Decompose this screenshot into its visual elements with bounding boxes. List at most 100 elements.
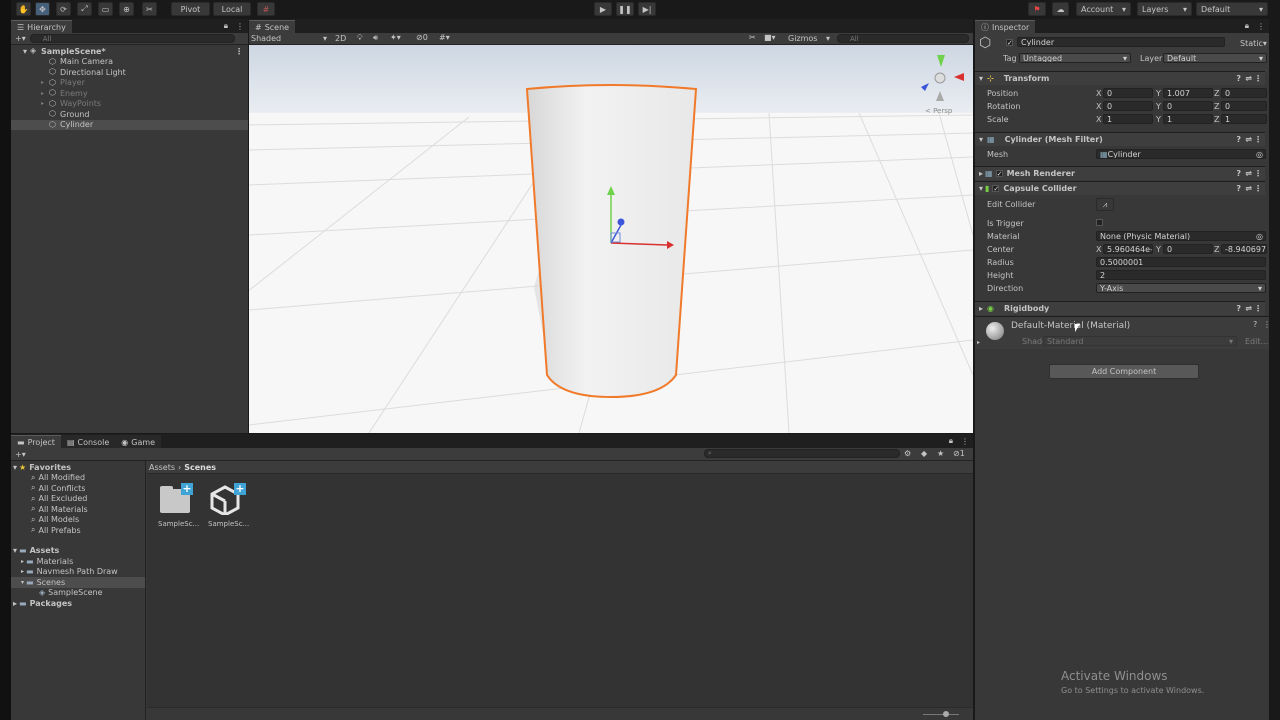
favorite-item[interactable]: ⌕ All Excluded	[11, 494, 145, 505]
favorite-item[interactable]: ⌕ All Prefabs	[11, 525, 145, 536]
preset-icon[interactable]: ⇌	[1245, 304, 1252, 313]
expand-arrow-icon[interactable]: ▸	[21, 568, 24, 575]
static-toggle[interactable]: Static▾	[1240, 39, 1267, 48]
favorite-item[interactable]: ⌕ All Models	[11, 515, 145, 526]
tab-scene[interactable]: # Scene	[249, 20, 296, 33]
expand-arrow-icon[interactable]: ▸	[41, 90, 44, 97]
transform-y-field[interactable]: 1.007	[1163, 88, 1213, 98]
tag-dropdown[interactable]: Untagged ▾	[1019, 53, 1131, 63]
capsule-collider-checkbox[interactable]: ✓	[992, 185, 1000, 193]
edit-collider-button[interactable]: ⩘	[1096, 198, 1114, 211]
collider-material-field[interactable]: None (Physic Material) ◎	[1096, 231, 1266, 241]
hierarchy-item[interactable]: ⬡ Ground	[33, 109, 248, 120]
expand-arrow-icon[interactable]: ▾	[13, 546, 17, 555]
camera-icon[interactable]: ■▾	[764, 33, 776, 42]
center-y-field[interactable]: 0	[1163, 244, 1213, 254]
expand-arrow-icon[interactable]: ▸	[21, 558, 24, 565]
filter-type-icon[interactable]: ⚙	[904, 449, 911, 458]
transform-y-field[interactable]: 1	[1163, 114, 1213, 124]
tab-game[interactable]: ◉ Game	[115, 435, 162, 448]
hand-tool-icon[interactable]: ✋	[16, 2, 31, 16]
help-icon[interactable]: ?	[1236, 135, 1241, 144]
capsule-collider-header[interactable]: ▾ ▮ ✓ Capsule Collider ? ⇌ ⋮	[975, 181, 1265, 195]
asset-item-folder[interactable]: + SampleSc...	[158, 483, 199, 533]
rigidbody-header[interactable]: ▸ ◉ Rigidbody ? ⇌ ⋮	[975, 301, 1265, 315]
cloud-icon[interactable]: ☁	[1052, 2, 1069, 16]
hierarchy-item[interactable]: ▸ ⬡ Enemy	[33, 88, 248, 99]
hierarchy-item[interactable]: ▸ ⬡ WayPoints	[33, 99, 248, 110]
project-search-input[interactable]: ⌕	[704, 449, 900, 458]
shader-edit-button[interactable]: Edit...	[1245, 337, 1268, 346]
help-icon[interactable]: ?	[1236, 304, 1241, 313]
help-icon[interactable]: ?	[1236, 184, 1241, 193]
transform-y-field[interactable]: 0	[1163, 101, 1213, 111]
mesh-renderer-checkbox[interactable]: ✓	[995, 170, 1003, 178]
radius-field[interactable]: 0.5000001	[1096, 257, 1266, 267]
slider-thumb[interactable]	[943, 711, 949, 717]
asset-item-scene[interactable]: + SampleSc...	[208, 483, 249, 533]
breadcrumb-assets[interactable]: Assets	[149, 463, 175, 472]
transform-z-field[interactable]: 0	[1221, 88, 1267, 98]
object-picker-icon[interactable]: ◎	[1256, 232, 1263, 240]
active-checkbox[interactable]: ✓	[1006, 39, 1013, 47]
kebab-icon[interactable]: ⋮	[1253, 22, 1269, 33]
hierarchy-item[interactable]: ⬡ Cylinder	[11, 119, 248, 130]
account-dropdown[interactable]: Account ▾	[1076, 2, 1131, 16]
scene-asset-row[interactable]: ◈ SampleScene	[11, 588, 145, 599]
asset-folder-item[interactable]: ▸ ▬ Navmesh Path Draw	[11, 567, 145, 578]
is-trigger-checkbox[interactable]	[1096, 219, 1103, 226]
preset-icon[interactable]: ⇌	[1245, 184, 1252, 193]
transform-x-field[interactable]: 0	[1103, 88, 1153, 98]
lock-icon[interactable]: 🔒︎	[945, 436, 957, 448]
add-icon[interactable]: +▾	[15, 34, 26, 43]
transform-x-field[interactable]: 1	[1103, 114, 1153, 124]
transform-tool-icon[interactable]: ⊕	[119, 2, 134, 16]
shader-dropdown[interactable]: Standard ▾	[1043, 336, 1237, 346]
preset-icon[interactable]: ⇌	[1245, 74, 1252, 83]
scene-viewport[interactable]: < Persp	[249, 45, 973, 433]
lock-icon[interactable]: 🔒︎	[220, 21, 232, 33]
custom-tool-icon[interactable]: ✂	[142, 2, 157, 16]
favorite-item[interactable]: ⌕ All Modified	[11, 473, 145, 484]
hierarchy-item[interactable]: ▸ ⬡ Player	[33, 78, 248, 89]
expand-arrow-icon[interactable]: ▸	[13, 599, 17, 608]
expand-arrow-icon[interactable]: ▾	[979, 135, 983, 144]
expand-arrow-icon[interactable]: ▸	[41, 100, 44, 107]
tab-project[interactable]: ▬ Project	[11, 435, 61, 448]
pause-button[interactable]: ❚❚	[616, 2, 634, 16]
help-icon[interactable]: ?	[1236, 74, 1241, 83]
rotate-tool-icon[interactable]: ⟳	[56, 2, 71, 16]
mesh-field[interactable]: ▦Cylinder ◎	[1096, 149, 1266, 159]
center-z-field[interactable]: -8.940697e	[1221, 244, 1267, 254]
scene-row[interactable]: ▾ ◈ SampleScene* ⋮	[23, 46, 248, 57]
direction-dropdown[interactable]: Y-Axis ▾	[1096, 283, 1266, 293]
lighting-icon[interactable]: 💡︎	[357, 33, 363, 43]
gizmos-dropdown[interactable]: Gizmos ▾	[788, 34, 830, 43]
persp-label[interactable]: < Persp	[925, 107, 953, 115]
move-tool-icon[interactable]: ✥	[35, 2, 50, 16]
scale-tool-icon[interactable]: ⤢	[77, 2, 92, 16]
scene-search-input[interactable]: All	[837, 34, 969, 43]
kebab-icon[interactable]: ⋮	[232, 22, 248, 33]
tools-icon[interactable]: ✂	[749, 33, 756, 42]
hidden-objects-icon[interactable]: ⊘0	[416, 33, 428, 42]
kebab-icon[interactable]: ⋮	[957, 437, 973, 448]
hierarchy-item[interactable]: ⬡ Directional Light	[33, 67, 248, 78]
mesh-renderer-header[interactable]: ▸ ▦ ✓ Mesh Renderer ? ⇌ ⋮	[975, 166, 1265, 180]
expand-arrow-icon[interactable]: ▾	[979, 74, 983, 83]
local-toggle[interactable]: Local	[213, 2, 251, 16]
preset-icon[interactable]: ⇌	[1245, 135, 1252, 144]
hierarchy-search-input[interactable]: All	[29, 34, 235, 43]
tab-console[interactable]: ▤ Console	[60, 435, 116, 448]
collab-icon[interactable]: ⚑	[1028, 2, 1046, 16]
tab-inspector[interactable]: ⓘ Inspector	[975, 20, 1036, 33]
icon-size-slider[interactable]	[923, 714, 959, 715]
play-button[interactable]: ▶	[594, 2, 612, 16]
favorites-row[interactable]: ▾ ★ Favorites	[11, 462, 145, 473]
kebab-icon[interactable]: ⋮	[235, 47, 243, 56]
layer-dropdown[interactable]: Default ▾	[1163, 53, 1267, 63]
grid-snap-icon[interactable]: #	[257, 2, 275, 16]
expand-arrow-icon[interactable]: ▸	[977, 339, 980, 346]
kebab-icon[interactable]: ⋮	[1263, 320, 1271, 329]
mesh-filter-header[interactable]: ▾ ▦ Cylinder (Mesh Filter) ? ⇌ ⋮	[975, 132, 1265, 146]
